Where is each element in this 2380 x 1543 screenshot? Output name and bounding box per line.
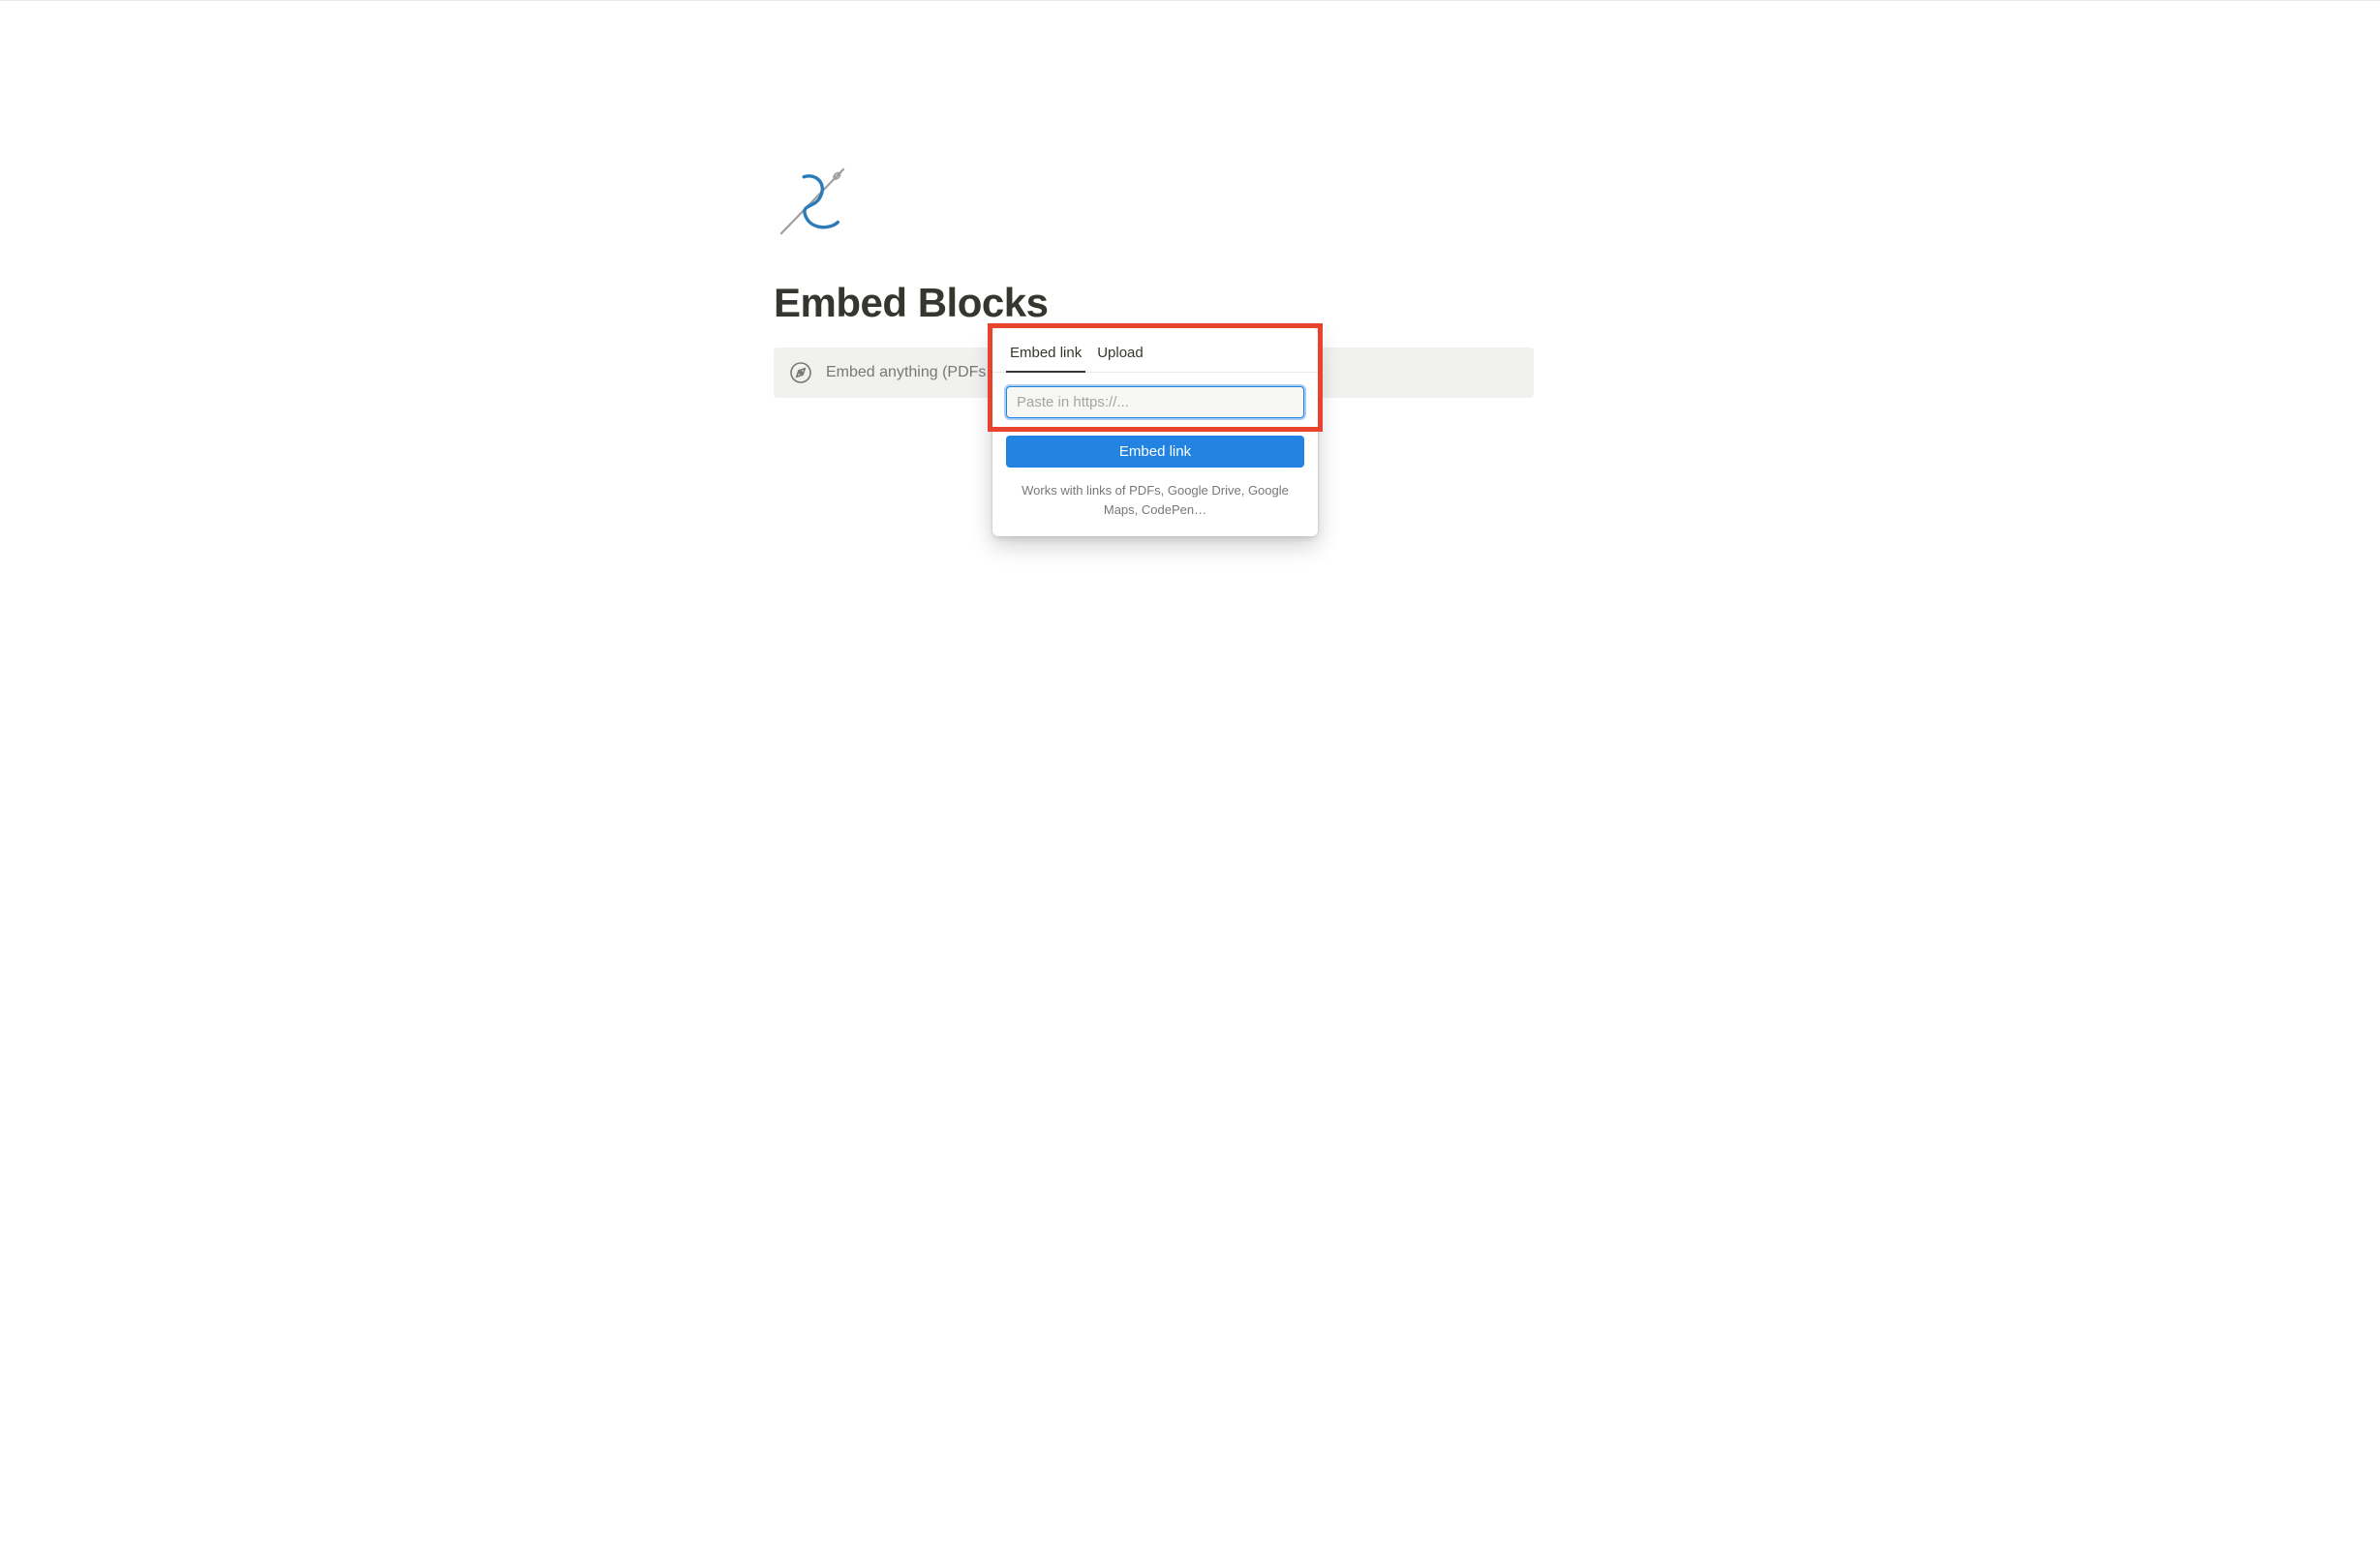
compass-icon [789, 361, 812, 384]
needle-thread-icon [774, 166, 849, 241]
page-title[interactable]: Embed Blocks [774, 280, 1534, 326]
embed-url-input[interactable] [1006, 386, 1304, 418]
embed-link-button[interactable]: Embed link [1006, 436, 1304, 468]
page-content: Embed Blocks Embed anything (PDFs, Googl… [774, 166, 1534, 398]
popup-helper-text: Works with links of PDFs, Google Drive, … [1006, 481, 1304, 523]
tab-embed-link[interactable]: Embed link [1006, 337, 1085, 373]
page-icon[interactable] [774, 166, 849, 241]
embed-popup: Embed link Upload Embed link Works with … [992, 328, 1318, 536]
tab-upload[interactable]: Upload [1093, 337, 1147, 373]
popup-tabs: Embed link Upload [992, 328, 1318, 373]
page-container: Embed Blocks Embed anything (PDFs, Googl… [493, 1, 1887, 398]
popup-body: Embed link Works with links of PDFs, Goo… [992, 373, 1318, 536]
